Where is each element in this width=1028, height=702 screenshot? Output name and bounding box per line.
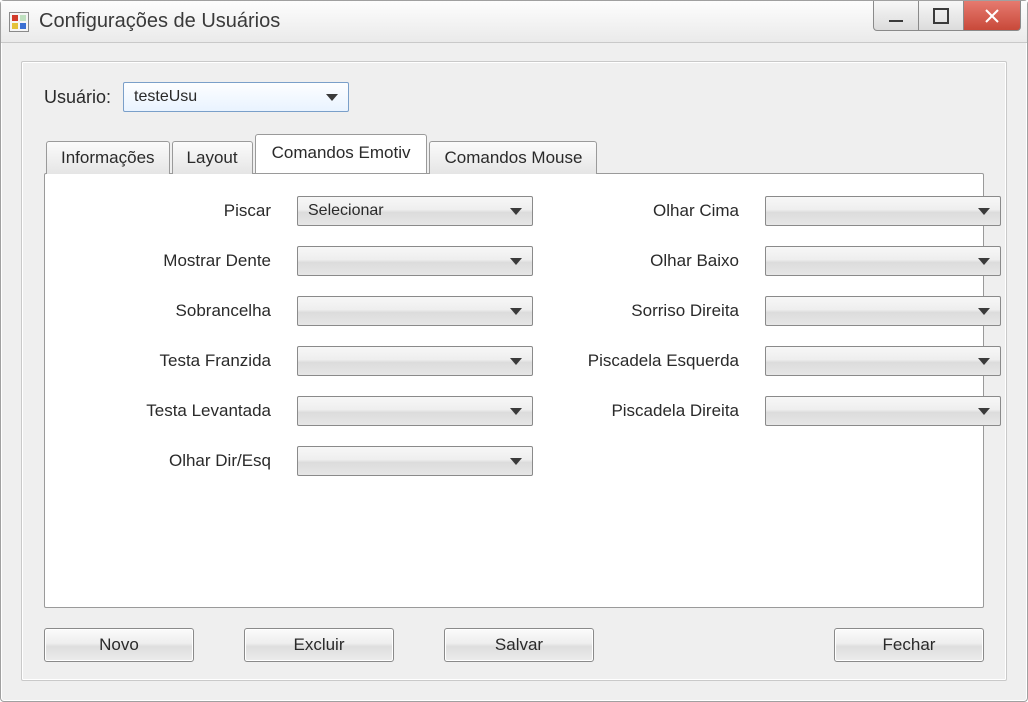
footer: Novo Excluir Salvar Fechar <box>44 628 984 662</box>
emotiv-label-piscadela-esquerda: Piscadela Esquerda <box>559 351 739 371</box>
chevron-down-icon <box>510 358 522 365</box>
user-row: Usuário: testeUsu <box>44 82 984 112</box>
chevron-down-icon <box>978 208 990 215</box>
titlebar[interactable]: Configurações de Usuários <box>1 1 1027 43</box>
emotiv-label-piscadela-direita: Piscadela Direita <box>559 401 739 421</box>
emotiv-label-olhar-dir-esq: Olhar Dir/Esq <box>71 451 271 471</box>
emotiv-select-piscar-value: Selecionar <box>308 202 510 220</box>
chevron-down-icon <box>510 308 522 315</box>
chevron-down-icon <box>510 408 522 415</box>
tab-comandos-mouse[interactable]: Comandos Mouse <box>429 141 597 174</box>
window-controls <box>874 1 1021 31</box>
excluir-button[interactable]: Excluir <box>244 628 394 662</box>
emotiv-label-sobrancelha: Sobrancelha <box>71 301 271 321</box>
user-select[interactable]: testeUsu <box>123 82 349 112</box>
chevron-down-icon <box>978 258 990 265</box>
window: Configurações de Usuários Usuário: teste… <box>0 0 1028 702</box>
user-label: Usuário: <box>44 87 111 108</box>
chevron-down-icon <box>978 308 990 315</box>
emotiv-select-piscar[interactable]: Selecionar <box>297 196 533 226</box>
salvar-button[interactable]: Salvar <box>444 628 594 662</box>
fechar-button[interactable]: Fechar <box>834 628 984 662</box>
chevron-down-icon <box>978 358 990 365</box>
tabstrip: Informações Layout Comandos Emotiv Coman… <box>44 134 984 173</box>
close-button[interactable] <box>963 1 1021 31</box>
minimize-button[interactable] <box>873 1 919 31</box>
maximize-button[interactable] <box>918 1 964 31</box>
emotiv-select-testa-franzida[interactable] <box>297 346 533 376</box>
empty <box>559 461 739 462</box>
emotiv-select-olhar-cima[interactable] <box>765 196 1001 226</box>
chevron-down-icon <box>326 94 338 101</box>
form-group: Usuário: testeUsu Informações Layout Com… <box>21 61 1007 681</box>
chevron-down-icon <box>510 458 522 465</box>
emotiv-select-testa-levantada[interactable] <box>297 396 533 426</box>
close-icon <box>984 8 1000 24</box>
emotiv-label-mostrar-dente: Mostrar Dente <box>71 251 271 271</box>
emotiv-select-olhar-dir-esq[interactable] <box>297 446 533 476</box>
emotiv-select-piscadela-direita[interactable] <box>765 396 1001 426</box>
tabpage-comandos-emotiv: Piscar Selecionar Olhar Cima Mostrar Den… <box>44 173 984 608</box>
client-area: Usuário: testeUsu Informações Layout Com… <box>1 43 1027 701</box>
tab-informacoes[interactable]: Informações <box>46 141 170 174</box>
novo-button[interactable]: Novo <box>44 628 194 662</box>
emotiv-label-testa-levantada: Testa Levantada <box>71 401 271 421</box>
emotiv-select-sobrancelha[interactable] <box>297 296 533 326</box>
chevron-down-icon <box>510 208 522 215</box>
app-icon <box>9 12 29 32</box>
emotiv-grid: Piscar Selecionar Olhar Cima Mostrar Den… <box>71 196 957 476</box>
chevron-down-icon <box>978 408 990 415</box>
emotiv-label-piscar: Piscar <box>71 201 271 221</box>
chevron-down-icon <box>510 258 522 265</box>
emotiv-select-mostrar-dente[interactable] <box>297 246 533 276</box>
emotiv-select-sorriso-direita[interactable] <box>765 296 1001 326</box>
emotiv-select-piscadela-esquerda[interactable] <box>765 346 1001 376</box>
emotiv-label-sorriso-direita: Sorriso Direita <box>559 301 739 321</box>
tab-comandos-emotiv[interactable]: Comandos Emotiv <box>255 134 428 173</box>
emotiv-label-olhar-cima: Olhar Cima <box>559 201 739 221</box>
emotiv-label-testa-franzida: Testa Franzida <box>71 351 271 371</box>
emotiv-select-olhar-baixo[interactable] <box>765 246 1001 276</box>
emotiv-label-olhar-baixo: Olhar Baixo <box>559 251 739 271</box>
tab-layout[interactable]: Layout <box>172 141 253 174</box>
empty <box>765 461 1001 462</box>
user-select-value: testeUsu <box>134 88 326 106</box>
